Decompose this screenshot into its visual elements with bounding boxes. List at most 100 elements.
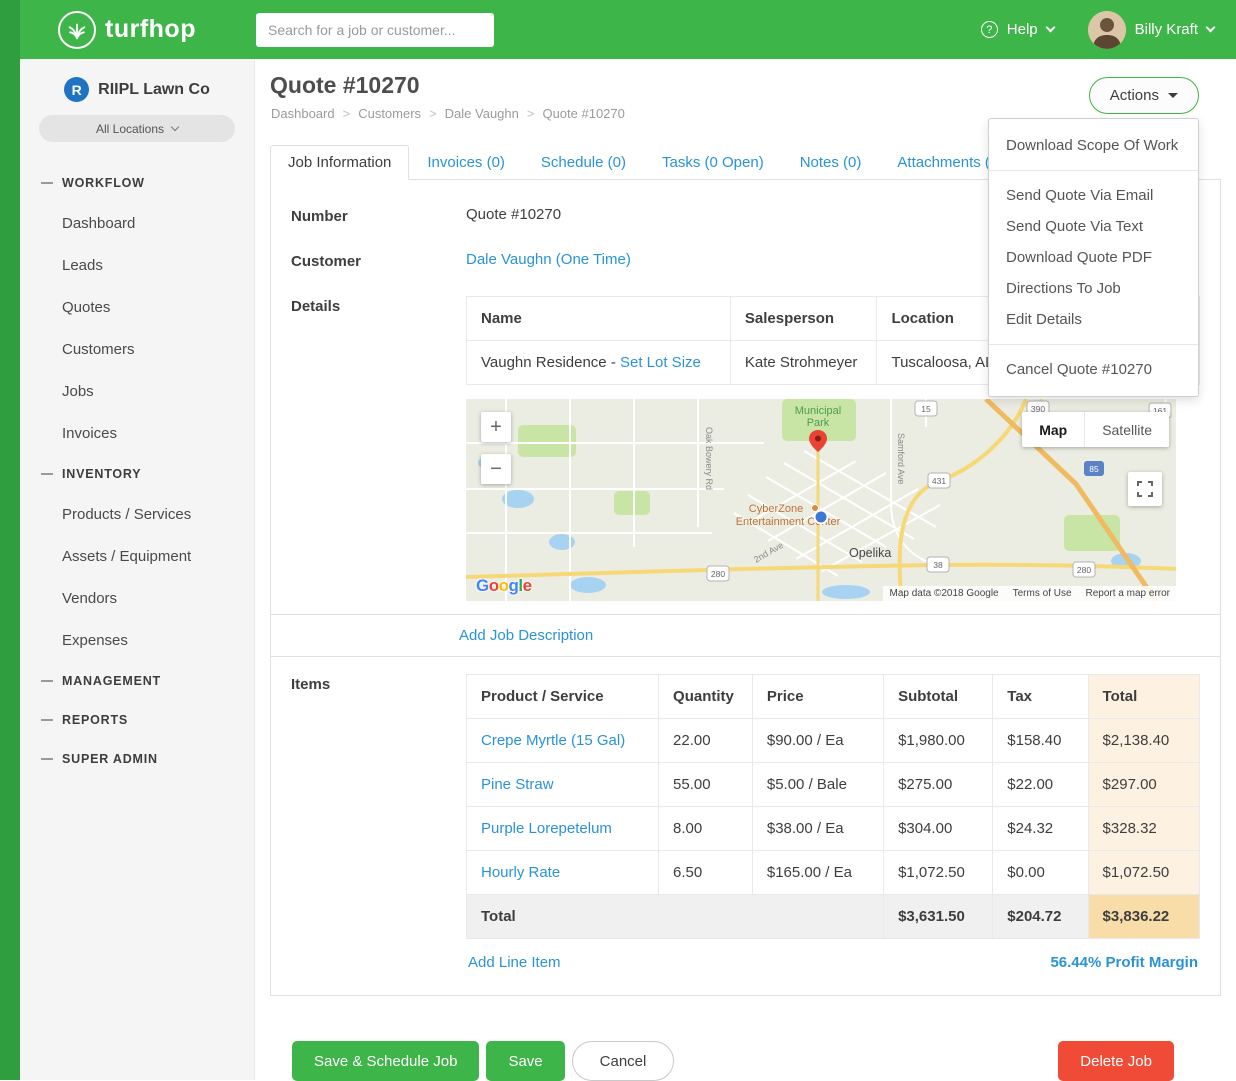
search-input[interactable]	[256, 13, 494, 47]
save-button[interactable]: Save	[486, 1041, 564, 1081]
user-name: Billy Kraft	[1135, 21, 1198, 38]
col-quantity: Quantity	[659, 675, 753, 719]
cell-price: $5.00 / Bale	[752, 763, 883, 807]
zoom-in-button[interactable]: +	[481, 412, 511, 442]
sidebar-nav: WORKFLOW Dashboard Leads Quotes Customer…	[20, 163, 254, 778]
cell-tax: $0.00	[993, 851, 1088, 895]
map-view-button[interactable]: Map	[1022, 412, 1084, 447]
menu-item-send-quote-email[interactable]: Send Quote Via Email	[989, 180, 1198, 211]
nav-section-label: WORKFLOW	[62, 176, 145, 190]
sidebar-item-products-services[interactable]: Products / Services	[20, 493, 254, 535]
report-map-error-link[interactable]: Report a map error	[1086, 588, 1170, 599]
section-dash-icon	[41, 680, 53, 682]
company-logo-icon: R	[64, 77, 89, 102]
tab-notes[interactable]: Notes (0)	[782, 145, 880, 180]
tab-invoices[interactable]: Invoices (0)	[409, 145, 523, 180]
nav-section-reports[interactable]: REPORTS	[20, 700, 254, 739]
terms-of-use-link[interactable]: Terms of Use	[1013, 588, 1072, 599]
brand-logo[interactable]: turfhop	[58, 0, 196, 59]
fullscreen-icon	[1137, 481, 1153, 497]
map-type-toggle: Map Satellite	[1022, 412, 1169, 447]
sidebar-item-invoices[interactable]: Invoices	[20, 412, 254, 454]
menu-item-edit-details[interactable]: Edit Details	[989, 304, 1198, 335]
col-product-service: Product / Service	[467, 675, 659, 719]
set-lot-size-link[interactable]: Set Lot Size	[620, 354, 701, 371]
left-edge-strip	[0, 0, 20, 1080]
product-link[interactable]: Pine Straw	[481, 776, 554, 793]
cell-product: Hourly Rate	[467, 851, 659, 895]
menu-item-cancel-quote[interactable]: Cancel Quote #10270	[989, 354, 1198, 385]
cell-price: $165.00 / Ea	[752, 851, 883, 895]
col-tax: Tax	[993, 675, 1088, 719]
user-menu[interactable]: Billy Kraft	[1088, 11, 1214, 49]
menu-item-directions-to-job[interactable]: Directions To Job	[989, 273, 1198, 304]
nav-section-label: REPORTS	[62, 713, 128, 727]
menu-divider	[989, 344, 1198, 345]
tab-job-information[interactable]: Job Information	[270, 145, 409, 180]
city-label: Opelika	[849, 546, 891, 560]
delete-job-button[interactable]: Delete Job	[1058, 1041, 1174, 1081]
zoom-out-button[interactable]: −	[481, 454, 511, 484]
customer-link[interactable]: Dale Vaughn	[466, 251, 552, 268]
company-name: RIIPL Lawn Co	[98, 81, 210, 99]
items-section: Items Product / Service Quantity Price S…	[271, 657, 1220, 995]
sidebar-item-jobs[interactable]: Jobs	[20, 370, 254, 412]
google-logo[interactable]: Google	[476, 576, 532, 596]
nav-section-super-admin[interactable]: SUPER ADMIN	[20, 739, 254, 778]
items-total-row: Total $3,631.50 $204.72 $3,836.22	[467, 895, 1200, 939]
cell-quantity: 22.00	[659, 719, 753, 763]
add-job-description-link[interactable]: Add Job Description	[459, 627, 593, 644]
sidebar-item-dashboard[interactable]: Dashboard	[20, 202, 254, 244]
fullscreen-button[interactable]	[1128, 472, 1162, 506]
brand-name: turfhop	[105, 15, 196, 44]
menu-item-download-quote-pdf[interactable]: Download Quote PDF	[989, 242, 1198, 273]
menu-item-download-scope[interactable]: Download Scope Of Work	[989, 130, 1198, 161]
cell-price: $90.00 / Ea	[752, 719, 883, 763]
topbar-right: ? Help Billy Kraft	[981, 0, 1214, 59]
items-header-row: Product / Service Quantity Price Subtota…	[467, 675, 1200, 719]
cell-product: Purple Lorepetelum	[467, 807, 659, 851]
cancel-button[interactable]: Cancel	[572, 1041, 675, 1081]
satellite-view-button[interactable]: Satellite	[1084, 412, 1169, 447]
breadcrumb-customers[interactable]: Customers	[358, 106, 421, 121]
sidebar: R RIIPL Lawn Co All Locations WORKFLOW D…	[20, 59, 255, 1080]
svg-text:Park: Park	[807, 417, 830, 429]
sidebar-item-assets-equipment[interactable]: Assets / Equipment	[20, 535, 254, 577]
actions-button-label: Actions	[1110, 87, 1159, 104]
tab-schedule[interactable]: Schedule (0)	[523, 145, 644, 180]
nav-section-management[interactable]: MANAGEMENT	[20, 661, 254, 700]
sidebar-item-expenses[interactable]: Expenses	[20, 619, 254, 661]
svg-text:Samford Ave: Samford Ave	[896, 433, 906, 484]
nav-section-workflow[interactable]: WORKFLOW	[20, 163, 254, 202]
cell-subtotal: $1,980.00	[884, 719, 993, 763]
cell-price: $38.00 / Ea	[752, 807, 883, 851]
sidebar-item-quotes[interactable]: Quotes	[20, 286, 254, 328]
customer-type-link[interactable]: (One Time)	[556, 251, 631, 268]
cell-tax: $22.00	[993, 763, 1088, 807]
cell-subtotal: $1,072.50	[884, 851, 993, 895]
tab-tasks[interactable]: Tasks (0 Open)	[644, 145, 782, 180]
product-link[interactable]: Crepe Myrtle (15 Gal)	[481, 732, 625, 749]
chevron-down-icon	[171, 123, 179, 131]
map-container[interactable]: Samford Ave Oak Bowery Rd 2nd Ave Munici…	[466, 399, 1176, 601]
menu-item-send-quote-text[interactable]: Send Quote Via Text	[989, 211, 1198, 242]
locations-dropdown[interactable]: All Locations	[39, 115, 235, 142]
actions-button[interactable]: Actions	[1089, 77, 1199, 114]
product-link[interactable]: Hourly Rate	[481, 864, 560, 881]
turfhop-grass-icon	[58, 11, 96, 49]
items-table-row: Purple Lorepetelum 8.00 $38.00 / Ea $304…	[467, 807, 1200, 851]
company-header: R RIIPL Lawn Co	[20, 59, 254, 102]
sidebar-item-customers[interactable]: Customers	[20, 328, 254, 370]
breadcrumb-dashboard[interactable]: Dashboard	[271, 106, 335, 121]
sidebar-item-leads[interactable]: Leads	[20, 244, 254, 286]
add-line-item-link[interactable]: Add Line Item	[468, 954, 561, 971]
product-link[interactable]: Purple Lorepetelum	[481, 820, 612, 837]
nav-section-inventory[interactable]: INVENTORY	[20, 454, 254, 493]
items-table-row: Pine Straw 55.00 $5.00 / Bale $275.00 $2…	[467, 763, 1200, 807]
help-menu[interactable]: ? Help	[981, 21, 1054, 38]
svg-text:Municipal: Municipal	[795, 405, 841, 417]
breadcrumb-customer[interactable]: Dale Vaughn	[445, 106, 519, 121]
sidebar-item-vendors[interactable]: Vendors	[20, 577, 254, 619]
save-schedule-job-button[interactable]: Save & Schedule Job	[292, 1041, 479, 1081]
footer-actions: Save & Schedule Job Save Cancel Delete J…	[292, 1041, 1174, 1081]
